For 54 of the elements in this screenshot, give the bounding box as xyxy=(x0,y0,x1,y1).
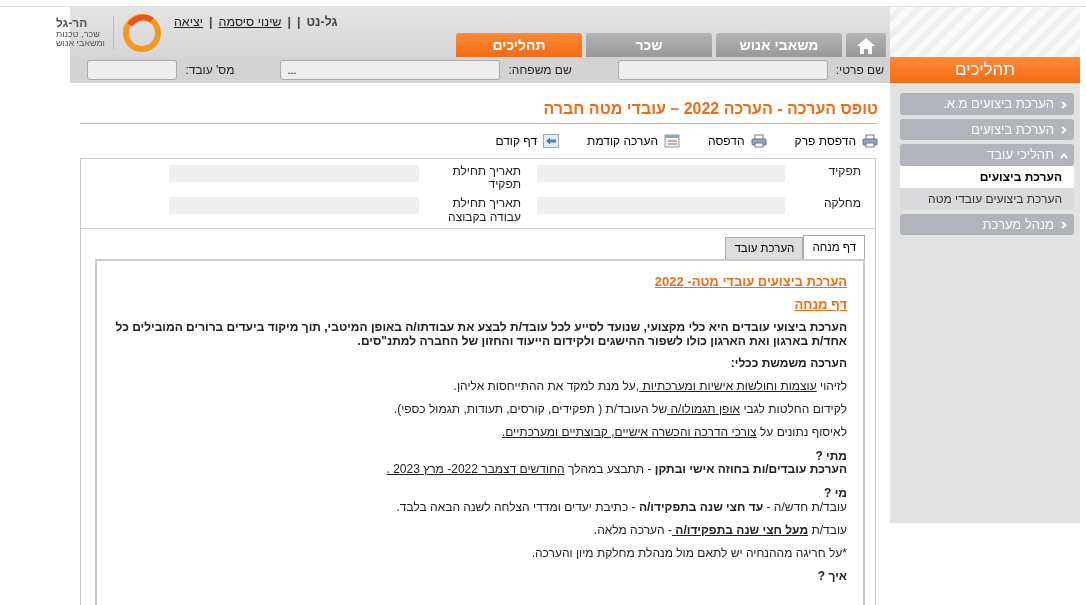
paragraph: לקידום החלטות לגבי אופן תגמולו/ה של העובד/ת ( תפקידים, קורסים, תעודות, תגמול כספי). xyxy=(392,403,847,417)
paragraph: הערכת עובדים/ות בחוזה אישי ובתקן - תתבצע במהלך החודשים דצמבר 2022- מרץ 2023 . xyxy=(385,463,847,478)
paragraph: הערכת ביצועי עובדים היא כלי מקצועי, שנועד לסייע לכל עובד/ת לבצע את עבודתו/ה באופן המיטבי, תוך מיקוד ביעדים ברורים המובילים כל אחד/ת בארגון ואת הארגון כולו לשפור ההישגים ולקידום הייעוד והחזון של החברה למתנ"סים. xyxy=(114,320,847,349)
field-label: תפקיד xyxy=(827,165,861,179)
chevron-icon xyxy=(1060,126,1068,135)
text-field[interactable] xyxy=(87,60,178,80)
paragraph: לאיסוף נתונים על צורכי הדרכה והכשרה אישיים, קבוצתיים ומערכתיים. xyxy=(500,425,847,440)
chevron-icon xyxy=(1060,151,1068,160)
sidebar-subitem[interactable]: הערכת ביצועים עובדי מטה xyxy=(900,187,1074,210)
separator: | xyxy=(209,14,213,31)
field-label: תאריך תחילת עבודה בקבוצה xyxy=(447,197,521,224)
toolbar-button[interactable]: הדפסת פרק xyxy=(794,132,878,150)
sidebar-title: תהליכים xyxy=(890,57,1080,83)
question-heading: מתי ? xyxy=(814,449,847,464)
question-heading: איך ? xyxy=(816,570,847,585)
page-title: טופס הערכה - הערכה 2022 – עובדי מטה חברה xyxy=(80,97,878,124)
form-tab[interactable]: הערכת עובד xyxy=(725,236,804,259)
paragraph: עובד/ת חדש/ה - עד חצי שנה בתפקידו/ה - כתיבת יעדים ומדדי הצלחה לשנה הבאה בלבד. xyxy=(395,501,847,515)
printer-icon xyxy=(862,134,878,148)
section-heading: דף מנחה xyxy=(793,297,847,313)
sidebar-subitem[interactable]: הערכת ביצועים xyxy=(900,165,1074,188)
paragraph: עובד/ת מעל חצי שנה בתפקידו/ה - הערכה מלאה. xyxy=(592,523,847,538)
back-arrow-icon xyxy=(543,134,560,148)
window-icon xyxy=(664,134,680,148)
form-tab[interactable]: דף מנחה xyxy=(803,234,865,259)
text-field[interactable]: ... xyxy=(280,60,501,80)
logo-tagline: שכר, טכנות xyxy=(56,29,101,40)
app-name: גל-נט xyxy=(306,14,338,31)
toolbar-button[interactable]: דף קודם xyxy=(495,132,560,150)
logo-name: הר-גל xyxy=(56,17,89,30)
logo-tagline: ומשאבי אנוש xyxy=(56,39,105,49)
toolbar-button[interactable]: הערכה קודמת xyxy=(587,132,680,150)
field-label: מס' עובד: xyxy=(185,62,235,79)
text-field[interactable] xyxy=(617,60,828,80)
ring-logo-icon xyxy=(121,13,162,53)
home-icon xyxy=(856,36,876,55)
paragraph: *על חריגה מההנחיה יש לתאם מול מנהלת מחלקת מיון והערכה. xyxy=(530,546,847,561)
header-link[interactable]: שינוי סיסמה xyxy=(218,13,282,32)
paragraph: לזיהוי עוצמות וחולשות אישיות ומערכתיות ,על מנת למקד את ההתייחסות אליהן. xyxy=(452,380,847,395)
question-heading: מי ? xyxy=(823,487,847,502)
chevron-icon xyxy=(1060,221,1068,230)
field-label: שם משפחה: xyxy=(508,62,572,79)
field-label: תאריך תחילת תפקיד xyxy=(451,165,521,192)
chevron-icon xyxy=(1060,100,1068,109)
printer-icon xyxy=(750,134,767,148)
paragraph: הערכה משמשת ככלי: xyxy=(729,357,847,372)
home-tab[interactable] xyxy=(846,33,886,57)
separator: | xyxy=(287,14,291,31)
header-link[interactable]: יציאה xyxy=(173,13,203,32)
toolbar-button[interactable]: הדפסה xyxy=(708,132,767,150)
field-label: מחלקה xyxy=(822,197,861,211)
section-heading: הערכת ביצועים עובדי מטה- 2022 xyxy=(653,275,847,290)
field-label: שם פרטי: xyxy=(835,62,884,79)
separator: | xyxy=(297,14,301,31)
